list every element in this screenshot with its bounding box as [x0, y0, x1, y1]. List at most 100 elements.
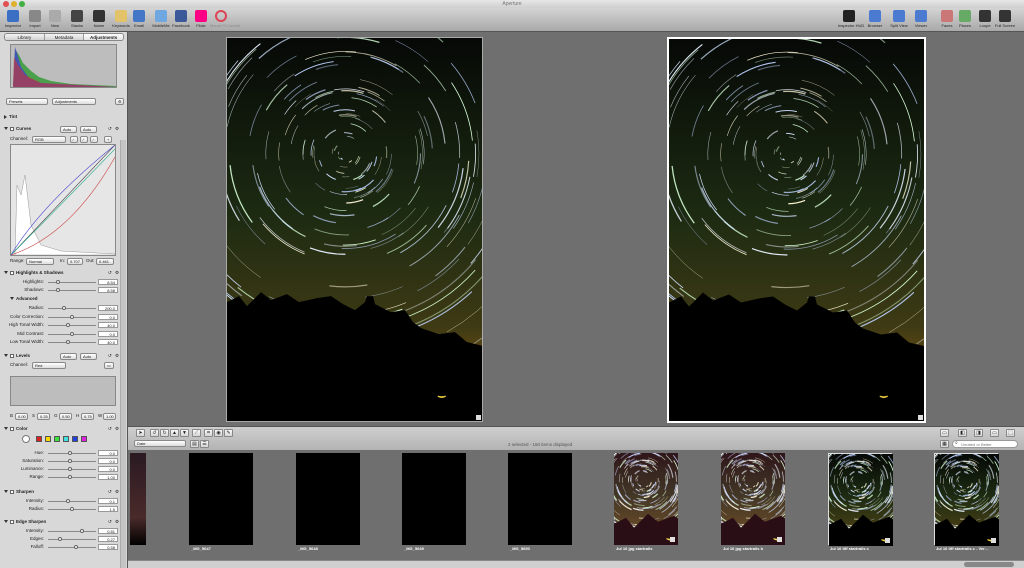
levels-black-field[interactable]: 0.00 [15, 413, 28, 420]
viewer-image-left[interactable] [226, 37, 483, 422]
undo-icon[interactable]: ↺ [108, 269, 112, 277]
edge-falloff-slider-knob[interactable] [74, 544, 78, 549]
sharpen-radius-slider-knob[interactable] [70, 506, 74, 511]
toolbar-places-button[interactable]: Places [954, 10, 976, 28]
thumbnail[interactable] [130, 453, 146, 545]
gear-icon[interactable]: ⚙ [115, 488, 119, 496]
saturation-value[interactable]: 0.0 [98, 458, 118, 464]
hue-slider-knob[interactable] [68, 450, 72, 455]
thumbnail[interactable] [189, 453, 253, 545]
disclosure-triangle-icon[interactable] [4, 271, 8, 275]
viewer-compare-icon[interactable]: ◧ [958, 429, 967, 437]
edge-sharpen-checkbox[interactable] [10, 519, 14, 524]
curves-in-field[interactable]: 0.707 [67, 258, 83, 265]
thumbnail[interactable] [683, 414, 961, 568]
browser-options-icon[interactable]: ▦ [940, 440, 949, 448]
undo-icon[interactable]: ↺ [108, 518, 112, 526]
hue-slider[interactable] [48, 452, 96, 454]
mid-contrast-value[interactable]: 0.0 [98, 331, 118, 337]
rotate-left-icon[interactable]: ↺ [150, 429, 159, 437]
edge-intensity-slider-knob[interactable] [80, 528, 84, 533]
color-range-slider-knob[interactable] [68, 474, 72, 479]
luminance-value[interactable]: 0.0 [98, 466, 118, 472]
adjustments-popup[interactable]: Adjustments [52, 98, 96, 105]
curves-auto-button[interactable]: Auto [60, 126, 77, 133]
toolbar-disabled-button[interactable]: Mount Pt Control [210, 10, 240, 28]
toolbar-split-view-button[interactable]: Split View [888, 10, 910, 28]
high-tonal-width-slider-knob[interactable] [66, 322, 70, 327]
filmstrip-scroll-thumb[interactable] [964, 562, 1014, 567]
mid-contrast-slider-knob[interactable] [70, 331, 74, 336]
toolbar-stack-button[interactable]: Stacks [66, 10, 88, 28]
color-swatch[interactable] [63, 436, 69, 442]
curves-checkbox[interactable] [10, 126, 14, 131]
eyedropper-gray-icon[interactable]: ⁄ [80, 136, 88, 143]
filmstrip-scrollbar[interactable] [128, 560, 1024, 568]
toolbar-fullscreen-button[interactable]: Full Screen [994, 10, 1016, 28]
toolbar-loupe-button[interactable]: Loupe [974, 10, 996, 28]
viewer-single-icon[interactable]: ▭ [990, 429, 999, 437]
hs-radius-value[interactable]: 200.0 [98, 305, 118, 311]
toolbar-viewer-button[interactable]: Viewer [910, 10, 932, 28]
tab-adjustments[interactable]: Adjustments [84, 34, 123, 40]
color-correction-value[interactable]: 0.0 [98, 314, 118, 320]
edge-falloff-slider[interactable] [48, 546, 96, 548]
levels-white-field[interactable]: 1.00 [103, 413, 116, 420]
color-swatch[interactable] [81, 436, 87, 442]
edge-falloff-value[interactable]: 0.58 [98, 544, 118, 550]
presets-popup[interactable]: Presets [6, 98, 48, 105]
search-input[interactable] [952, 440, 1018, 448]
toolbar-name-button[interactable]: Name [88, 10, 110, 28]
highlights-value[interactable]: 8.54 [98, 279, 118, 285]
gear-icon[interactable]: ⚙ [115, 269, 119, 277]
tab-library[interactable]: Library [5, 34, 45, 40]
undo-icon[interactable]: ↺ [108, 125, 112, 133]
toolbar-mobileme-button[interactable]: MobileMe [150, 10, 172, 28]
levels-auto2-button[interactable]: Auto [80, 353, 97, 360]
color-eyedropper-icon[interactable] [22, 435, 30, 443]
gear-icon[interactable]: ⚙ [115, 425, 119, 433]
toolbar-info-button[interactable]: Inspector [2, 10, 24, 28]
levels-options-button[interactable]: ▭ [104, 362, 114, 369]
brush-tool-icon[interactable]: ✎ [224, 429, 233, 437]
low-tonal-width-slider[interactable] [48, 341, 96, 343]
sort-popup[interactable]: Date [134, 440, 186, 447]
disclosure-triangle-icon[interactable] [4, 490, 8, 494]
saturation-slider[interactable] [48, 460, 96, 462]
highlights-slider-knob[interactable] [56, 279, 60, 284]
advanced-section[interactable]: Advanced [10, 295, 127, 303]
color-checkbox[interactable] [10, 426, 14, 431]
thumbnail[interactable] [402, 453, 466, 545]
low-tonal-width-value[interactable]: 40.0 [98, 339, 118, 345]
levels-highlight-field[interactable]: 0.75 [81, 413, 94, 420]
color-swatch[interactable] [54, 436, 60, 442]
toolbar-new-button[interactable]: New [44, 10, 66, 28]
filmstrip-view-icon[interactable]: ▤ [190, 440, 199, 448]
crop-tool-icon[interactable]: ⌗ [204, 429, 213, 437]
viewer-image-right[interactable] [667, 37, 926, 423]
edge-intensity-slider[interactable] [48, 530, 96, 532]
levels-auto-button[interactable]: Auto [60, 353, 77, 360]
rotate-right-icon[interactable]: ↻ [160, 429, 169, 437]
stamp-tool-icon[interactable]: ▼ [180, 429, 189, 437]
toolbar-flickr-button[interactable]: Flickr [190, 10, 212, 28]
sharpen-intensity-value[interactable]: 0.1 [98, 498, 118, 504]
color-swatch[interactable] [36, 436, 42, 442]
low-tonal-width-slider-knob[interactable] [66, 339, 70, 344]
color-swatch[interactable] [72, 436, 78, 442]
edge-edges-slider[interactable] [48, 538, 96, 540]
levels-channel-popup[interactable]: Red [32, 362, 66, 369]
thumbnail[interactable] [296, 453, 360, 545]
sharpen-radius-value[interactable]: 1.5 [98, 506, 118, 512]
curves-auto2-button[interactable]: Auto [80, 126, 97, 133]
curves-channel-popup[interactable]: RGB [32, 136, 66, 143]
disclosure-triangle-icon[interactable] [4, 127, 8, 131]
disclosure-triangle-icon[interactable] [10, 297, 14, 301]
viewer-multi-icon[interactable]: ◨ [974, 429, 983, 437]
color-swatch[interactable] [45, 436, 51, 442]
disclosure-triangle-icon[interactable] [4, 354, 8, 358]
toolbar-hud-button[interactable]: Inspector HUD [838, 10, 864, 28]
gear-icon[interactable]: ⚙ [115, 352, 119, 360]
zoom-window-button[interactable] [19, 1, 25, 7]
list-view-icon[interactable]: ☰ [200, 440, 209, 448]
